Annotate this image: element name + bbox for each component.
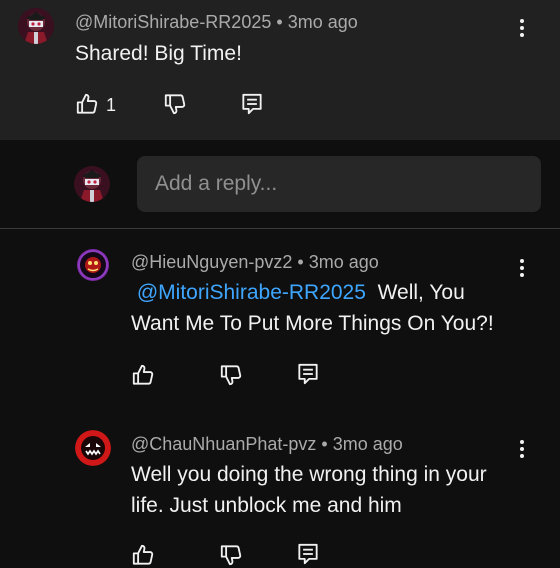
like-button[interactable]: [74, 91, 100, 117]
comment-text: Shared! Big Time!: [75, 42, 242, 65]
avatar[interactable]: [18, 8, 54, 44]
timestamp[interactable]: 3mo ago: [333, 434, 403, 454]
comment-header: @MitoriShirabe-RR2025 • 3mo ago: [75, 12, 358, 33]
add-reply-input[interactable]: [137, 156, 541, 212]
comment-line: life. Just unblock me and him: [131, 494, 402, 517]
reply-button[interactable]: [295, 541, 321, 567]
avatar[interactable]: [75, 430, 111, 466]
dislike-button[interactable]: [218, 542, 244, 568]
author-name[interactable]: @HieuNguyen-pvz2: [131, 252, 292, 272]
divider: [0, 228, 560, 229]
author-name[interactable]: @MitoriShirabe-RR2025: [75, 12, 271, 32]
avatar-image: [74, 166, 110, 202]
mention-link[interactable]: @MitoriShirabe-RR2025: [137, 281, 366, 304]
separator: •: [276, 12, 283, 32]
timestamp[interactable]: 3mo ago: [288, 12, 358, 32]
kebab-menu-icon: [520, 259, 524, 263]
author-name[interactable]: @ChauNhuanPhat-pvz: [131, 434, 316, 454]
comment-line: @MitoriShirabe-RR2025 Well, You: [131, 277, 531, 308]
kebab-menu-icon: [520, 440, 524, 444]
separator: •: [297, 252, 304, 272]
avatar-image: [78, 250, 108, 280]
comment-fragment: Well, You: [377, 281, 465, 304]
comment-line: Well you doing the wrong thing in your: [131, 463, 487, 486]
comment-header: @HieuNguyen-pvz2 • 3mo ago: [131, 252, 379, 273]
separator: •: [321, 434, 328, 454]
comment-header: @ChauNhuanPhat-pvz • 3mo ago: [131, 434, 403, 455]
avatar[interactable]: [77, 249, 109, 281]
kebab-menu-icon: [520, 19, 524, 23]
highlighted-comment: @MitoriShirabe-RR2025 • 3mo ago Shared! …: [0, 0, 560, 140]
timestamp[interactable]: 3mo ago: [309, 252, 379, 272]
comment-text: @MitoriShirabe-RR2025 Well, You Want Me …: [131, 277, 531, 339]
like-button[interactable]: [130, 362, 156, 388]
reply-button[interactable]: [239, 91, 265, 117]
like-button[interactable]: [130, 542, 156, 568]
reply-button[interactable]: [295, 361, 321, 387]
comment-line: Want Me To Put More Things On You?!: [131, 312, 494, 335]
like-count: 1: [106, 95, 117, 115]
dislike-button[interactable]: [162, 91, 188, 117]
more-options-button[interactable]: [512, 256, 532, 280]
avatar-image: [18, 8, 54, 44]
more-options-button[interactable]: [512, 16, 532, 40]
dislike-button[interactable]: [218, 362, 244, 388]
current-user-avatar: [74, 166, 110, 202]
comment-text: Well you doing the wrong thing in your l…: [131, 459, 541, 521]
avatar-image: [75, 430, 111, 466]
more-options-button[interactable]: [512, 437, 532, 461]
